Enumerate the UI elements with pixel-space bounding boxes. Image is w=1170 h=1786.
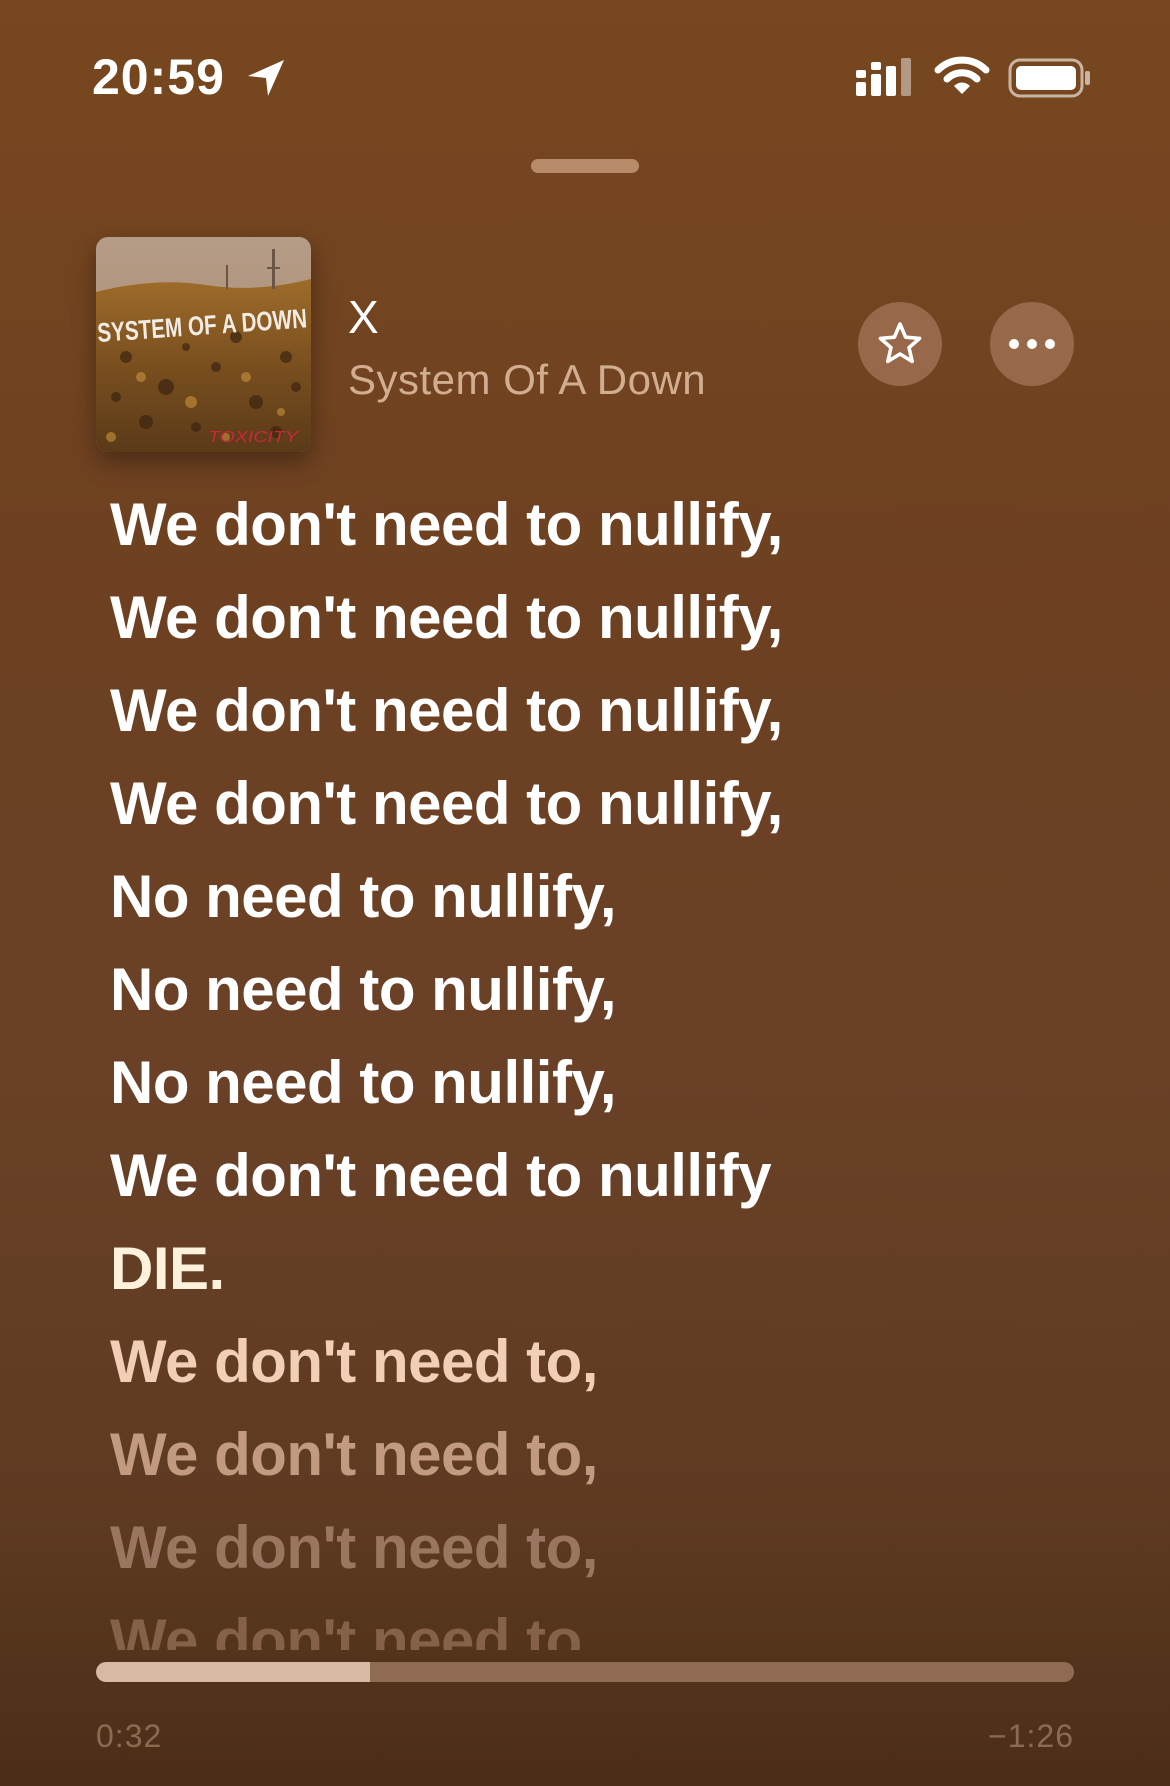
lyric-line[interactable]: We don't need to nullify, <box>110 664 1110 757</box>
battery-icon <box>1008 58 1090 98</box>
wifi-icon <box>934 56 990 94</box>
song-artist[interactable]: System Of A Down <box>348 356 706 404</box>
elapsed-time: 0:32 <box>96 1718 163 1754</box>
lyric-line[interactable]: We don't need to, <box>110 1408 1110 1501</box>
lyric-line[interactable]: We don't need to nullify <box>110 1129 1110 1222</box>
sheet-grabber[interactable] <box>531 159 639 173</box>
lyric-line-current[interactable]: DIE. <box>110 1222 1110 1315</box>
ellipsis-icon <box>1009 339 1055 349</box>
lyric-line[interactable]: No need to nullify, <box>110 943 1110 1036</box>
song-title[interactable]: X <box>348 290 379 344</box>
playback-progress-fill <box>96 1662 370 1682</box>
lyric-line[interactable]: No need to nullify, <box>110 1036 1110 1129</box>
lyric-line[interactable]: We don't need to, <box>110 1594 1110 1650</box>
album-artwork-image: SYSTEM OF A DOWN TOXICITY <box>96 237 311 452</box>
album-artwork[interactable]: SYSTEM OF A DOWN TOXICITY <box>96 237 311 452</box>
artwork-album-text: TOXICITY <box>208 429 300 446</box>
playback-progress-bar[interactable] <box>96 1662 1074 1682</box>
location-arrow-icon <box>248 60 284 96</box>
status-time: 20:59 <box>92 49 225 105</box>
more-options-button[interactable] <box>990 302 1074 386</box>
favorite-button[interactable] <box>858 302 942 386</box>
lyric-line[interactable]: We don't need to nullify, <box>110 571 1110 664</box>
lyric-line[interactable]: We don't need to nullify, <box>110 478 1110 571</box>
cellular-signal-icon <box>856 58 911 96</box>
lyrics-view[interactable]: We don't need to nullify, We don't need … <box>110 478 1110 1650</box>
status-bar: 20:59 <box>0 0 1170 160</box>
lyric-line[interactable]: We don't need to, <box>110 1501 1110 1594</box>
lyric-line[interactable]: No need to nullify, <box>110 850 1110 943</box>
lyric-line[interactable]: We don't need to nullify, <box>110 757 1110 850</box>
lyric-line[interactable]: We don't need to, <box>110 1315 1110 1408</box>
remaining-time: −1:26 <box>988 1718 1074 1754</box>
star-icon <box>878 322 922 364</box>
